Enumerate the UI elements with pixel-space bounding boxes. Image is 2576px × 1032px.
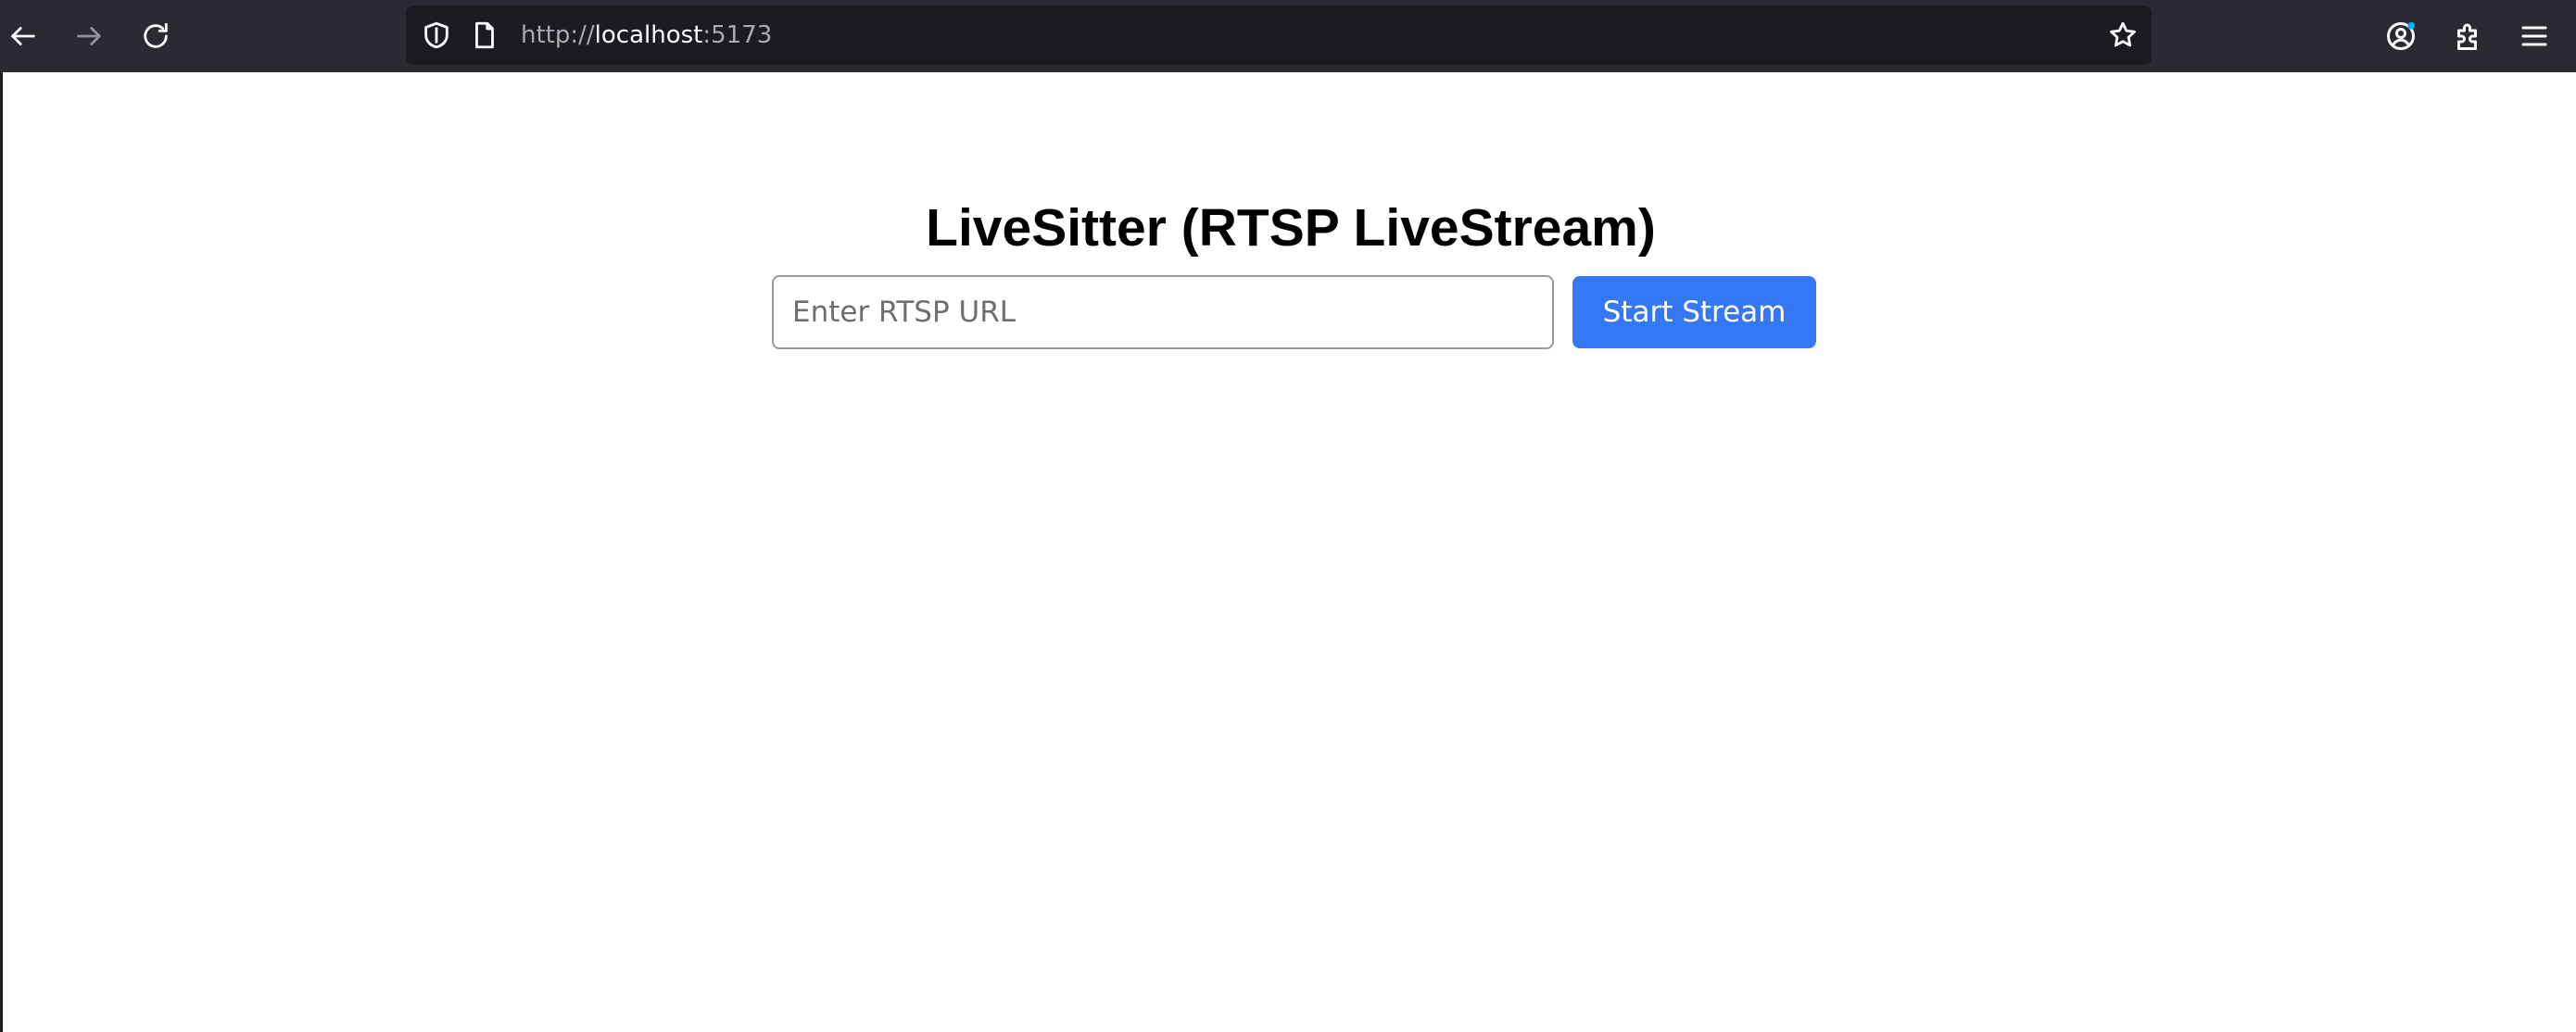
url-scheme: http:// [521, 21, 595, 49]
account-icon [2387, 21, 2416, 50]
start-stream-button[interactable]: Start Stream [1572, 276, 1816, 348]
hamburger-menu-icon [2521, 26, 2547, 46]
page-content: LiveSitter (RTSP LiveStream) Start Strea… [0, 72, 2576, 1032]
url-port: :5173 [702, 21, 773, 49]
page-icon[interactable] [469, 19, 500, 51]
rtsp-url-input[interactable] [772, 275, 1554, 349]
forward-button[interactable] [69, 17, 108, 56]
address-bar[interactable]: http://localhost:5173 [406, 6, 2152, 65]
page-title: LiveSitter (RTSP LiveStream) [926, 198, 1656, 258]
reload-icon [144, 22, 168, 48]
shield-icon[interactable] [421, 19, 452, 51]
url-host: localhost [594, 21, 703, 49]
arrow-right-icon [77, 27, 101, 45]
star-icon[interactable] [2107, 19, 2139, 51]
back-button[interactable] [4, 17, 43, 56]
menu-button[interactable] [2515, 17, 2554, 56]
puzzle-icon [2457, 23, 2477, 50]
extensions-button[interactable] [2449, 17, 2488, 56]
browser-toolbar: http://localhost:5173 [0, 0, 2576, 72]
reload-button[interactable] [136, 17, 175, 56]
arrow-left-icon [11, 27, 35, 45]
account-button[interactable] [2381, 17, 2420, 56]
url-text[interactable]: http://localhost:5173 [521, 6, 772, 65]
